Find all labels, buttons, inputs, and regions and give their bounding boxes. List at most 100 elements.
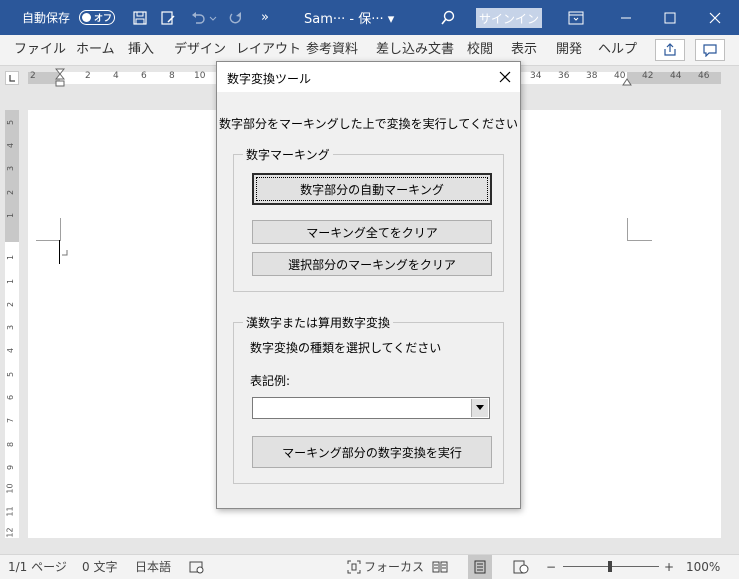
ribbon-display-icon[interactable] <box>566 0 586 35</box>
focus-rectangle <box>256 177 488 201</box>
search-icon[interactable] <box>438 0 458 35</box>
vruler-number: 5 <box>6 371 16 378</box>
vruler-number: 9 <box>6 464 16 471</box>
vruler-number: 2 <box>6 301 16 308</box>
undo-dropdown-icon[interactable] <box>208 0 218 35</box>
autosave-toggle[interactable]: オフ <box>79 10 115 25</box>
ruler-number: 10 <box>194 71 206 81</box>
vruler-number: 6 <box>6 394 16 401</box>
chevron-down-icon <box>476 405 484 410</box>
vruler-number: 10 <box>5 483 15 494</box>
vruler-number: 2 <box>6 189 16 196</box>
dialog-title: 数字変換ツール <box>227 72 312 86</box>
focus-label[interactable]: フォーカス <box>364 555 424 579</box>
language[interactable]: 日本語 <box>135 555 171 579</box>
vruler-number: 8 <box>6 441 16 448</box>
edit-doc-icon[interactable] <box>158 0 178 35</box>
web-layout-icon[interactable] <box>513 560 529 574</box>
document-title[interactable]: Sam··· - 保··· ▾ <box>304 0 394 35</box>
execute-conversion-button[interactable]: マーキング部分の数字変換を実行 <box>252 436 492 468</box>
vruler-number: 4 <box>6 142 16 149</box>
example-label: 表記例: <box>250 374 291 388</box>
comment-icon <box>703 44 717 57</box>
vruler-number: 1 <box>6 212 16 219</box>
vertical-ruler: 5 4 3 2 1 1 1 2 3 4 5 6 7 8 9 10 11 12 <box>5 110 19 538</box>
clear-selection-marking-button[interactable]: 選択部分のマーキングをクリア <box>252 252 492 276</box>
dialog-close-button[interactable] <box>495 67 515 87</box>
ruler-number: 46 <box>698 71 710 81</box>
vruler-number: 7 <box>6 417 16 424</box>
page-count[interactable]: 1/1 ページ <box>8 555 67 579</box>
read-mode-icon[interactable] <box>432 560 448 574</box>
window-close-icon[interactable] <box>705 0 725 35</box>
conversion-type-prompt: 数字変換の種類を選択してください <box>250 341 442 355</box>
marking-group-label: 数字マーキング <box>243 146 333 163</box>
maximize-icon[interactable] <box>660 0 680 35</box>
autosave-toggle-state: オフ <box>94 14 113 24</box>
vruler-number: 1 <box>6 278 16 285</box>
word-count[interactable]: 0 文字 <box>82 555 117 579</box>
ruler-number: 34 <box>530 71 542 81</box>
print-layout-icon[interactable] <box>468 555 492 579</box>
vruler-number: 12 <box>5 527 15 538</box>
undo-icon[interactable] <box>188 0 208 35</box>
dialog-titlebar: 数字変換ツール <box>217 62 520 92</box>
clear-all-marking-button[interactable]: マーキング全てをクリア <box>252 220 492 244</box>
ruler-number: 8 <box>169 71 175 81</box>
ruler-number: 44 <box>670 71 682 81</box>
conversion-group-label: 漢数字または算用数字変換 <box>243 314 394 331</box>
zoom-out-button[interactable]: − <box>546 555 556 579</box>
share-button[interactable] <box>655 39 685 61</box>
marking-group: 数字マーキング 数字部分の自動マーキング マーキング全てをクリア 選択部分のマー… <box>233 146 504 292</box>
ruler-number: 6 <box>141 71 147 81</box>
autosave-label: 自動保存 <box>22 11 71 25</box>
ruler-number: 38 <box>586 71 598 81</box>
signin-button[interactable]: サインイン <box>476 8 542 28</box>
title-bar: 自動保存 オフ » Sam··· - 保··· ▾ サインイン <box>0 0 739 35</box>
ruler-number: 4 <box>113 71 119 81</box>
ruler-number: 40 <box>614 71 626 81</box>
vruler-number: 11 <box>5 506 15 517</box>
margin-corner-mark-left <box>36 218 61 241</box>
more-commands-icon[interactable]: » <box>258 0 272 35</box>
indent-marker[interactable] <box>55 68 65 90</box>
ruler-number: 2 <box>30 71 36 81</box>
toggle-knob <box>82 13 91 22</box>
vruler-number: 1 <box>6 254 16 261</box>
focus-icon[interactable] <box>347 560 361 574</box>
tab-selector[interactable] <box>5 71 19 85</box>
combo-dropdown-button[interactable] <box>471 399 488 417</box>
accessibility-icon[interactable] <box>189 560 205 574</box>
minimize-icon[interactable] <box>616 0 636 35</box>
share-icon <box>664 43 676 56</box>
save-icon[interactable] <box>130 0 150 35</box>
vruler-number: 4 <box>6 347 16 354</box>
close-icon <box>499 71 511 83</box>
auto-mark-button[interactable]: 数字部分の自動マーキング <box>252 173 492 205</box>
zoom-in-button[interactable]: + <box>664 555 674 579</box>
ruler-number: 42 <box>642 71 654 81</box>
paragraph-mark-icon <box>61 249 69 257</box>
dialog-instruction: 数字部分をマーキングした上で変換を実行してください <box>219 117 518 131</box>
conversion-group: 漢数字または算用数字変換 数字変換の種類を選択してください 表記例: マーキング… <box>233 314 504 484</box>
zoom-level[interactable]: 100% <box>686 555 720 579</box>
vruler-number: 3 <box>6 324 16 331</box>
tab-developer[interactable]: 開発 <box>556 35 582 65</box>
tab-help[interactable]: ヘルプ <box>598 35 637 65</box>
vruler-number: 5 <box>6 119 16 126</box>
status-bar: 1/1 ページ 0 文字 日本語 フォーカス − + 100% <box>0 554 739 579</box>
redo-icon[interactable] <box>226 0 246 35</box>
ruler-number: 36 <box>558 71 570 81</box>
ruler-number: 2 <box>85 71 91 81</box>
conversion-type-combobox[interactable] <box>252 397 490 419</box>
number-conversion-dialog: 数字変換ツール 数字部分をマーキングした上で変換を実行してください 数字マーキン… <box>216 61 521 509</box>
tab-insert[interactable]: 挿入 <box>128 35 154 65</box>
tab-file[interactable]: ファイル <box>14 35 66 65</box>
tab-home[interactable]: ホーム <box>76 35 115 65</box>
comments-button[interactable] <box>695 39 725 61</box>
margin-corner-mark-right <box>627 218 652 241</box>
zoom-slider-thumb[interactable] <box>608 561 612 572</box>
text-cursor <box>59 240 60 264</box>
vruler-number: 3 <box>6 165 16 172</box>
vruler-top-margin <box>5 110 19 242</box>
